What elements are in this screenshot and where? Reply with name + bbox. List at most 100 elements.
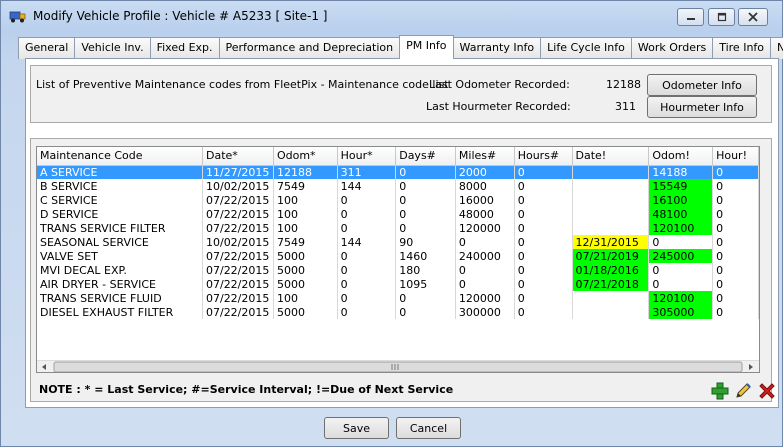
cell-hours-interval: 0 — [514, 277, 573, 291]
cell-maintenance-code: A SERVICE — [37, 165, 203, 179]
cell-odom-due: 245000 — [648, 249, 714, 263]
odometer-info-button[interactable]: Odometer Info — [647, 74, 757, 96]
grid-body: A SERVICE 11/27/2015 12188 311 0 2000 0 14188 0 B… — [37, 165, 759, 319]
cell-odom-due: 0 — [648, 263, 714, 277]
table-row[interactable]: A SERVICE 11/27/2015 12188 311 0 2000 0 14188 0 — [37, 165, 759, 179]
tab-pm-info[interactable]: PM Info — [399, 35, 454, 59]
table-row[interactable]: C SERVICE 07/22/2015 100 0 0 16000 0 16100 0 — [37, 193, 759, 207]
cell-maintenance-code: D SERVICE — [37, 207, 203, 221]
col-miles-interval[interactable]: Miles# — [455, 147, 515, 166]
scrollbar-graphics — [42, 361, 753, 372]
cell-miles-interval: 0 — [455, 277, 515, 291]
cell-miles-interval: 120000 — [455, 221, 515, 235]
red-x-delete-icon[interactable] — [757, 381, 777, 401]
cell-miles-interval: 0 — [455, 263, 515, 277]
cell-hour-last: 0 — [337, 291, 397, 305]
cell-hour-due: 0 — [712, 193, 759, 207]
col-odom-last[interactable]: Odom* — [273, 147, 338, 166]
tab-vehicle-inv[interactable]: Vehicle Inv. — [74, 37, 151, 59]
tab-life-cycle-info[interactable]: Life Cycle Info — [540, 37, 632, 59]
cell-hour-last: 311 — [337, 165, 397, 179]
scroll-right-arrow-icon — [749, 364, 753, 370]
tab-performance-depreciation[interactable]: Performance and Depreciation — [218, 37, 401, 59]
cell-odom-last: 5000 — [273, 263, 338, 277]
cell-date-due — [572, 305, 650, 319]
cancel-button[interactable]: Cancel — [396, 417, 461, 439]
cell-maintenance-code: B SERVICE — [37, 179, 203, 193]
cell-hour-last: 0 — [337, 277, 397, 291]
cell-hours-interval: 0 — [514, 249, 573, 263]
table-row[interactable]: TRANS SERVICE FILTER 07/22/2015 100 0 0 12000… — [37, 221, 759, 235]
col-hours-interval[interactable]: Hours# — [514, 147, 573, 166]
cell-days-interval: 90 — [395, 235, 456, 249]
cell-hour-due: 0 — [712, 179, 759, 193]
tab-tire-info[interactable]: Tire Info — [712, 37, 772, 59]
cell-hour-due: 0 — [712, 263, 759, 277]
cell-odom-due: 16100 — [648, 193, 714, 207]
cell-odom-due: 120100 — [648, 221, 714, 235]
minimize-button[interactable] — [677, 8, 704, 26]
cell-miles-interval: 2000 — [455, 165, 515, 179]
add-plus-icon[interactable] — [710, 381, 730, 401]
cell-hour-last: 0 — [337, 305, 397, 319]
cell-odom-last: 100 — [273, 291, 338, 305]
col-date-last[interactable]: Date* — [202, 147, 274, 166]
cell-days-interval: 0 — [395, 305, 456, 319]
horizontal-scrollbar[interactable] — [37, 360, 759, 372]
table-row[interactable]: VALVE SET 07/22/2015 5000 0 1460 240000 0 07/21… — [37, 249, 759, 263]
col-odom-due[interactable]: Odom! — [648, 147, 714, 166]
close-window-button[interactable] — [738, 8, 768, 26]
tab-notes[interactable]: Notes — [770, 37, 783, 59]
close-icon — [748, 12, 758, 22]
table-row[interactable]: SEASONAL SERVICE 10/02/2015 7549 144 90 0 0 12/… — [37, 235, 759, 249]
pm-grid-box: Maintenance Code Date* Odom* Hour* Days#… — [30, 138, 775, 402]
cell-hours-interval: 0 — [514, 179, 573, 193]
pm-info-panel: List of Preventive Maintenance codes fro… — [25, 58, 779, 408]
cell-odom-due: 15549 — [648, 179, 714, 193]
table-row[interactable]: D SERVICE 07/22/2015 100 0 0 48000 0 48100 0 — [37, 207, 759, 221]
cell-date-last: 07/22/2015 — [202, 207, 274, 221]
cell-miles-interval: 16000 — [455, 193, 515, 207]
cell-hour-last: 0 — [337, 207, 397, 221]
tab-work-orders[interactable]: Work Orders — [630, 37, 714, 59]
last-odometer-value: 12188 — [606, 78, 641, 91]
cell-odom-due: 120100 — [648, 291, 714, 305]
cell-maintenance-code: AIR DRYER - SERVICE — [37, 277, 203, 291]
maximize-button[interactable] — [708, 8, 735, 26]
last-odometer-label: Last Odometer Recorded: — [429, 78, 570, 91]
cell-odom-last: 5000 — [273, 249, 338, 263]
col-date-due[interactable]: Date! — [572, 147, 650, 166]
table-row[interactable]: AIR DRYER - SERVICE 07/22/2015 5000 0 1095 0 0… — [37, 277, 759, 291]
table-row[interactable]: DIESEL EXHAUST FILTER 07/22/2015 5000 0 0 300… — [37, 305, 759, 319]
table-row[interactable]: B SERVICE 10/02/2015 7549 144 0 8000 0 15549 0 — [37, 179, 759, 193]
cell-maintenance-code: C SERVICE — [37, 193, 203, 207]
pm-codes-grid: Maintenance Code Date* Odom* Hour* Days#… — [36, 146, 760, 373]
cell-date-due — [572, 221, 650, 235]
cell-odom-last: 7549 — [273, 235, 338, 249]
hourmeter-info-button[interactable]: Hourmeter Info — [647, 96, 757, 118]
truck-app-icon — [9, 11, 26, 23]
cell-odom-last: 100 — [273, 221, 338, 235]
save-button[interactable]: Save — [324, 417, 389, 439]
cell-date-due: 07/21/2018 — [572, 277, 650, 291]
cell-odom-last: 5000 — [273, 277, 338, 291]
col-maintenance-code[interactable]: Maintenance Code — [37, 147, 203, 166]
col-hour-last[interactable]: Hour* — [337, 147, 397, 166]
tab-general[interactable]: General — [18, 37, 76, 59]
pencil-edit-icon[interactable] — [733, 381, 753, 401]
cell-maintenance-code: DIESEL EXHAUST FILTER — [37, 305, 203, 319]
cell-hours-interval: 0 — [514, 291, 573, 305]
col-days-interval[interactable]: Days# — [395, 147, 456, 166]
cell-odom-due: 0 — [648, 235, 714, 249]
cell-miles-interval: 0 — [455, 235, 515, 249]
tab-warranty-info[interactable]: Warranty Info — [452, 37, 542, 59]
table-row[interactable]: TRANS SERVICE FLUID 07/22/2015 100 0 0 120000… — [37, 291, 759, 305]
cell-maintenance-code: VALVE SET — [37, 249, 203, 263]
cell-days-interval: 0 — [395, 207, 456, 221]
col-hour-due[interactable]: Hour! — [712, 147, 759, 166]
cell-hours-interval: 0 — [514, 263, 573, 277]
tab-fixed-exp[interactable]: Fixed Exp. — [149, 37, 220, 59]
table-row[interactable]: MVI DECAL EXP. 07/22/2015 5000 0 180 0 0 01/18/… — [37, 263, 759, 277]
cell-hour-due: 0 — [712, 221, 759, 235]
cell-maintenance-code: TRANS SERVICE FLUID — [37, 291, 203, 305]
